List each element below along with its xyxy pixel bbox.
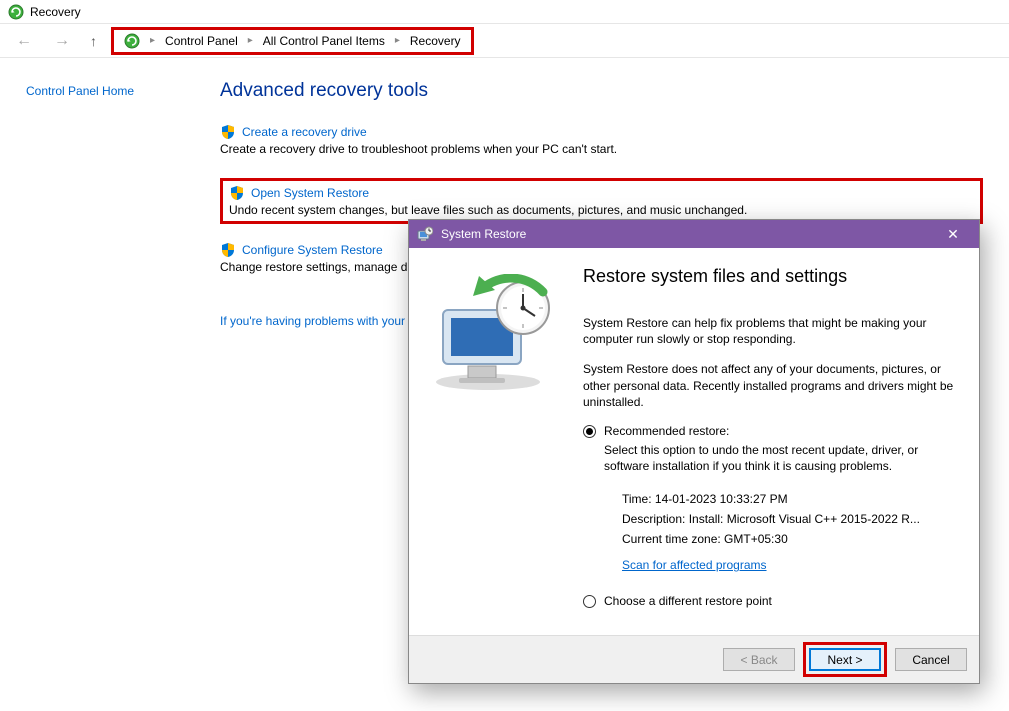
shield-icon <box>220 242 236 258</box>
help-link[interactable]: If you're having problems with your <box>220 314 405 328</box>
radio-label: Choose a different restore point <box>604 594 961 608</box>
dialog-text-column: Restore system files and settings System… <box>577 266 961 627</box>
breadcrumb-item[interactable]: All Control Panel Items <box>263 34 385 48</box>
dialog-icon-column <box>419 266 577 627</box>
radio-icon <box>583 595 596 608</box>
back-arrow-icon[interactable]: ← <box>10 30 38 52</box>
window-titlebar: Recovery <box>0 0 1009 24</box>
recovery-icon <box>124 33 140 49</box>
system-restore-dialog: System Restore ✕ Restore s <box>408 219 980 684</box>
shield-icon <box>229 185 245 201</box>
chevron-right-icon: ▸ <box>242 35 259 46</box>
restore-timezone: Current time zone: GMT+05:30 <box>622 532 961 546</box>
restore-icon <box>417 226 433 242</box>
system-restore-illustration-icon <box>423 274 563 394</box>
breadcrumb-item[interactable]: Recovery <box>410 34 461 48</box>
restore-description: Description: Install: Microsoft Visual C… <box>622 512 961 526</box>
create-recovery-drive-link[interactable]: Create a recovery drive <box>242 125 367 139</box>
dialog-heading: Restore system files and settings <box>583 266 961 287</box>
dialog-paragraph: System Restore does not affect any of yo… <box>583 361 961 410</box>
page-title: Advanced recovery tools <box>220 80 983 102</box>
cancel-button[interactable]: Cancel <box>895 648 967 671</box>
restore-time: Time: 14-01-2023 10:33:27 PM <box>622 492 961 506</box>
close-button[interactable]: ✕ <box>935 220 971 248</box>
dialog-footer: < Back Next > Cancel <box>409 635 979 683</box>
recovery-icon <box>8 4 24 20</box>
next-button-highlight: Next > <box>803 642 887 677</box>
radio-recommended-restore[interactable]: Recommended restore: Select this option … <box>583 424 961 584</box>
tool-create-recovery-drive: Create a recovery drive Create a recover… <box>220 124 983 156</box>
next-button[interactable]: Next > <box>809 648 881 671</box>
close-icon: ✕ <box>947 226 959 243</box>
sidebar: Control Panel Home <box>26 78 206 328</box>
radio-icon <box>583 425 596 438</box>
control-panel-home-link[interactable]: Control Panel Home <box>26 84 134 98</box>
open-system-restore-link[interactable]: Open System Restore <box>251 186 369 200</box>
tool-desc: Undo recent system changes, but leave fi… <box>229 203 974 217</box>
scan-affected-programs-link[interactable]: Scan for affected programs <box>622 558 767 572</box>
tool-desc: Create a recovery drive to troubleshoot … <box>220 142 983 156</box>
navbar: ← → ↑ ▸ Control Panel ▸ All Control Pane… <box>0 24 1009 58</box>
restore-point-details: Time: 14-01-2023 10:33:27 PM Description… <box>604 492 961 572</box>
dialog-titlebar[interactable]: System Restore ✕ <box>409 220 979 248</box>
shield-icon <box>220 124 236 140</box>
radio-description: Select this option to undo the most rece… <box>604 442 961 474</box>
window-title: Recovery <box>30 5 81 19</box>
tool-open-system-restore: Open System Restore Undo recent system c… <box>220 178 983 224</box>
radio-different-restore-point[interactable]: Choose a different restore point <box>583 594 961 608</box>
breadcrumb: ▸ Control Panel ▸ All Control Panel Item… <box>111 27 474 55</box>
configure-system-restore-link[interactable]: Configure System Restore <box>242 243 383 257</box>
dialog-body: Restore system files and settings System… <box>409 248 979 635</box>
chevron-right-icon: ▸ <box>144 35 161 46</box>
back-button: < Back <box>723 648 795 671</box>
dialog-paragraph: System Restore can help fix problems tha… <box>583 315 961 347</box>
up-arrow-icon[interactable]: ↑ <box>86 31 101 51</box>
dialog-title: System Restore <box>441 227 526 241</box>
forward-arrow-icon[interactable]: → <box>48 30 76 52</box>
radio-label: Recommended restore: <box>604 424 961 438</box>
chevron-right-icon: ▸ <box>389 35 406 46</box>
breadcrumb-item[interactable]: Control Panel <box>165 34 238 48</box>
